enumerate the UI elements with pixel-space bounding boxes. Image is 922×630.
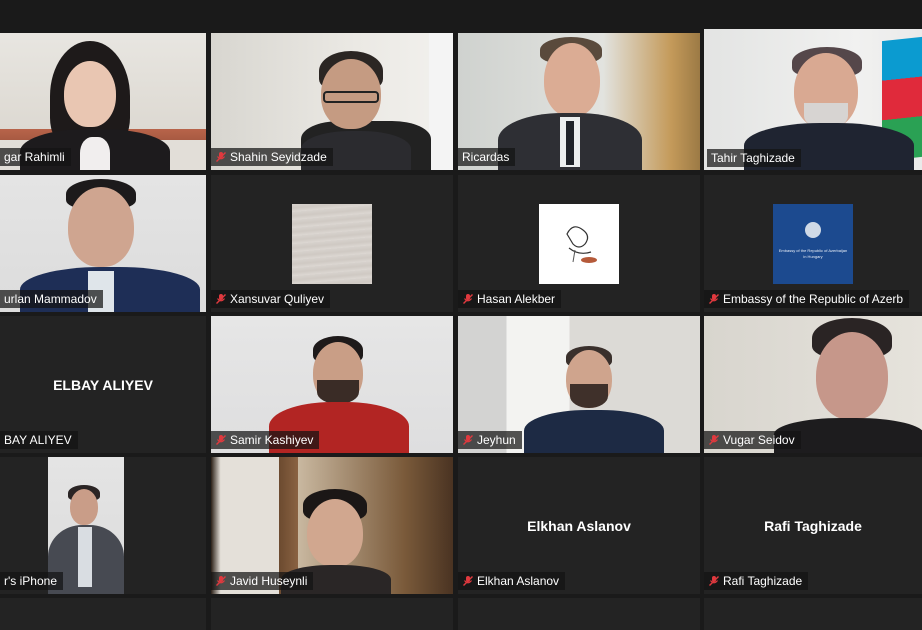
participant-name-label: Shahin Seyidzade [211, 148, 333, 166]
participant-name-label: gar Rahimli [0, 148, 71, 166]
participant-name-label: Xansuvar Quliyev [211, 290, 331, 308]
video-tile-ricardas[interactable]: Ricardas [458, 33, 700, 170]
mic-muted-icon [462, 434, 474, 446]
video-tile-embassy[interactable]: Embassy of the Republic of Azerbaijan in… [704, 175, 922, 312]
video-tile-iphone[interactable]: r's iPhone [0, 457, 206, 594]
participant-name: r's iPhone [4, 574, 57, 588]
participant-name-label: Samir Kashiyev [211, 431, 320, 449]
video-tile-vugar-seidov[interactable]: Vugar Seidov [704, 316, 922, 453]
participant-name: gar Rahimli [4, 150, 65, 164]
participant-name: Elkhan Aslanov [477, 574, 560, 588]
mic-muted-icon [215, 151, 227, 163]
participant-name-label: Ricardas [458, 148, 516, 166]
video-tile-elkhan-aslanov[interactable]: Elkhan Aslanov Elkhan Aslanov [458, 457, 700, 594]
participant-figure [520, 346, 670, 453]
participant-name-label: Embassy of the Republic of Azerb [704, 290, 910, 308]
video-tile-elbay-aliyev[interactable]: ELBAY ALIYEV BAY ALIYEV [0, 316, 206, 453]
mic-muted-icon [708, 575, 720, 587]
participant-name-label: Javid Huseynli [211, 572, 314, 590]
mic-muted-icon [215, 434, 227, 446]
video-tile-partial[interactable] [458, 598, 700, 630]
video-tile-shahin-seyidzade[interactable]: Shahin Seyidzade [211, 33, 453, 170]
participant-name: Jeyhun [477, 433, 516, 447]
participant-name: Hasan Alekber [477, 292, 556, 306]
participant-name: Ricardas [462, 150, 510, 164]
participant-name: Shahin Seyidzade [230, 150, 327, 164]
participant-display-name: ELBAY ALIYEV [53, 376, 153, 393]
profile-avatar [292, 203, 372, 284]
participant-name: urlan Mammadov [4, 292, 97, 306]
participant-display-name: Elkhan Aslanov [527, 517, 631, 534]
participant-name: Vugar Seidov [723, 433, 795, 447]
video-tile-partial[interactable] [704, 598, 922, 630]
video-tile-gar-rahimli[interactable]: gar Rahimli [0, 33, 206, 170]
sketch-drawing-icon [566, 225, 597, 263]
participant-name-label: Elkhan Aslanov [458, 572, 566, 590]
participant-name-label: Jeyhun [458, 431, 522, 449]
video-tile-samir-kashiyev[interactable]: Samir Kashiyev [211, 316, 453, 453]
mic-muted-icon [708, 293, 720, 305]
profile-avatar [539, 203, 619, 284]
participant-name-label: Tahir Taghizade [707, 149, 801, 167]
video-tile-jeyhun[interactable]: Jeyhun [458, 316, 700, 453]
participant-name-label: Rafi Taghizade [704, 572, 809, 590]
participant-name: Xansuvar Quliyev [230, 292, 325, 306]
participant-name: Embassy of the Republic of Azerb [723, 292, 904, 306]
participant-name-label: Vugar Seidov [704, 431, 801, 449]
video-tile-rafi-taghizade[interactable]: Rafi Taghizade Rafi Taghizade [704, 457, 922, 594]
video-tile-partial[interactable] [0, 598, 206, 630]
participant-figure [498, 37, 648, 170]
participant-name: BAY ALIYEV [4, 433, 72, 447]
embassy-avatar-text-line-2: in Hungary [803, 253, 823, 259]
video-tile-urlan-mammadov[interactable]: urlan Mammadov [0, 175, 206, 312]
participant-name-label: BAY ALIYEV [0, 431, 78, 449]
mic-muted-icon [462, 293, 474, 305]
video-tile-tahir-taghizade[interactable]: Tahir Taghizade [704, 29, 922, 170]
video-tile-xansuvar-quliyev[interactable]: Xansuvar Quliyev [211, 175, 453, 312]
participant-name: Javid Huseynli [230, 574, 308, 588]
participant-display-name: Rafi Taghizade [764, 517, 862, 534]
mic-muted-icon [708, 434, 720, 446]
mic-muted-icon [462, 575, 474, 587]
mic-muted-icon [215, 575, 227, 587]
video-tile-javid-huseynli[interactable]: Javid Huseynli [211, 457, 453, 594]
participant-name: Tahir Taghizade [711, 151, 795, 165]
embassy-logo-avatar: Embassy of the Republic of Azerbaijan in… [773, 203, 853, 284]
participant-name-label: urlan Mammadov [0, 290, 103, 308]
emblem-icon [805, 221, 821, 238]
participant-name-label: r's iPhone [0, 572, 63, 590]
participant-name: Samir Kashiyev [230, 433, 314, 447]
video-tile-hasan-alekber[interactable]: Hasan Alekber [458, 175, 700, 312]
embassy-avatar-text: Embassy of the Republic of Azerbaijan in… [775, 248, 851, 260]
participant-name: Rafi Taghizade [723, 574, 803, 588]
mic-muted-icon [215, 293, 227, 305]
participant-name-label: Hasan Alekber [458, 290, 562, 308]
video-tile-partial[interactable] [211, 598, 453, 630]
